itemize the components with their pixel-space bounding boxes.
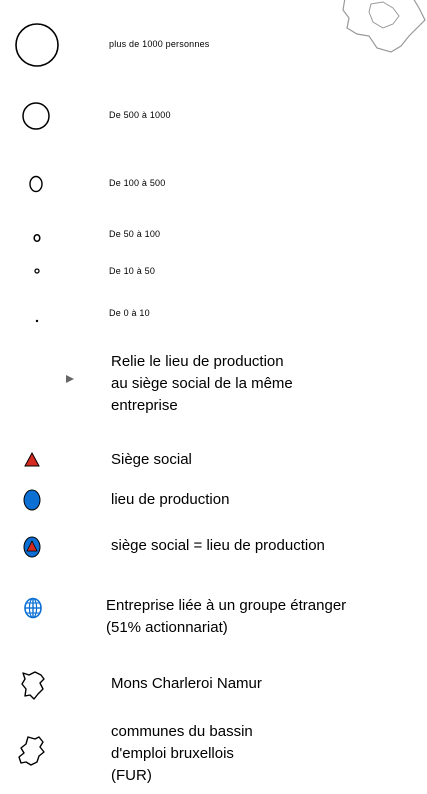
circle-xs-icon (34, 268, 40, 274)
link-label-line-1: Relie le lieu de production (111, 353, 284, 370)
size-class-label-5: De 10 à 50 (109, 266, 156, 276)
bxl-label-line-3: (FUR) (111, 767, 152, 784)
region-outline-icon (21, 671, 45, 700)
both-label: siège social = lieu de production (111, 537, 325, 554)
bxl-label-line-1: communes du bassin (111, 723, 253, 740)
foreign-label-line-1: Entreprise liée à un groupe étranger (106, 597, 347, 614)
circle-l-icon (22, 102, 50, 130)
circle-m-icon (29, 175, 43, 193)
siege-social-label: Siège social (111, 451, 192, 468)
blue-dot-icon (23, 489, 41, 511)
map-fragment-icon (342, 0, 426, 53)
circle-xxs-icon (35, 319, 39, 323)
globe-icon (24, 597, 42, 619)
bxl-label-line-2: d'emploi bruxellois (111, 745, 234, 762)
arrow-head-icon (66, 375, 74, 383)
region-outline-2-icon (18, 736, 45, 766)
blue-dot-red-triangle-icon (23, 536, 41, 558)
lieu-production-label: lieu de production (111, 491, 230, 508)
size-class-label-4: De 50 à 100 (109, 229, 161, 239)
size-class-label-2: De 500 à 1000 (109, 110, 171, 120)
mcn-label: Mons Charleroi Namur (111, 675, 262, 692)
link-label-line-3: entreprise (111, 397, 178, 414)
link-label-line-2: au siège social de la même (111, 375, 293, 392)
foreign-label-line-2: (51% actionnariat) (106, 619, 228, 636)
size-class-label-6: De 0 à 10 (109, 308, 150, 318)
size-class-label-3: De 100 à 500 (109, 178, 166, 188)
circle-xl-icon (15, 23, 59, 67)
red-triangle-icon (24, 451, 40, 467)
size-class-label-1: plus de 1000 personnes (109, 39, 210, 49)
circle-s-icon (33, 233, 41, 243)
